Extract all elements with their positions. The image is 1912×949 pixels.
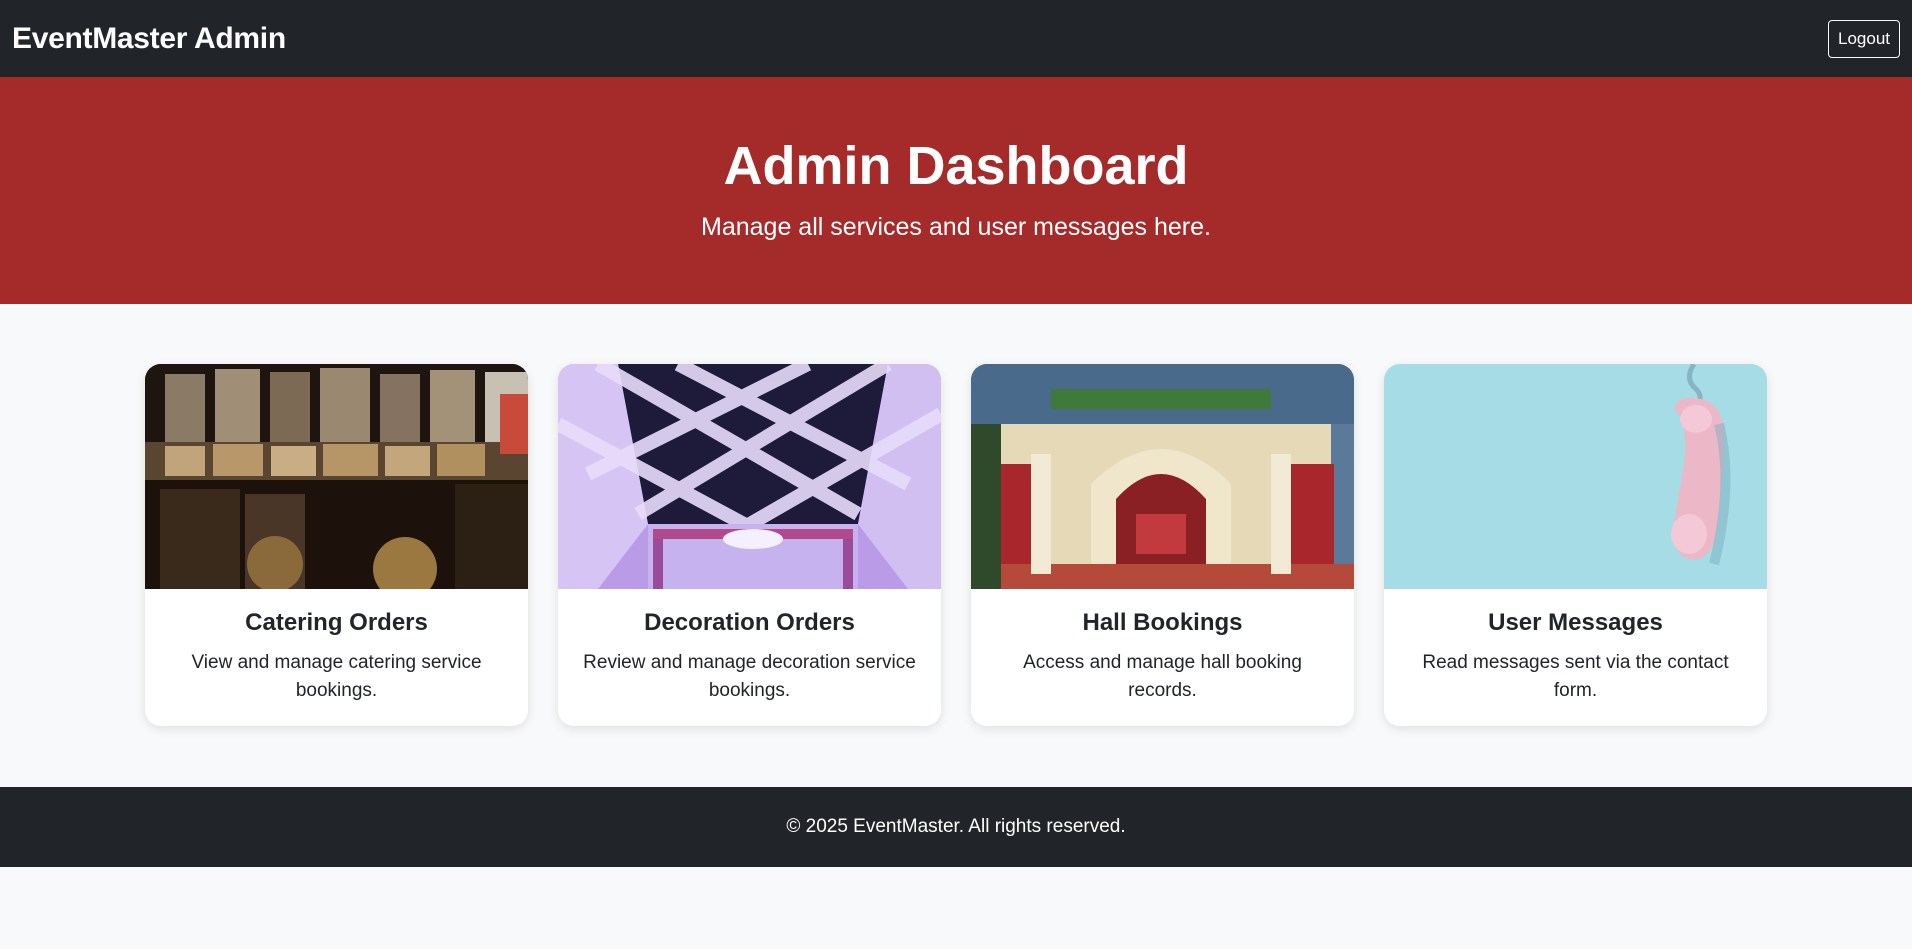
- page-subtitle: Manage all services and user messages he…: [701, 213, 1211, 241]
- brand-title[interactable]: EventMaster Admin: [12, 22, 286, 56]
- card-description: Access and manage hall booking records.: [1023, 652, 1302, 701]
- hero-banner: Admin Dashboard Manage all services and …: [0, 77, 1912, 304]
- card-catering-orders[interactable]: Catering Orders View and manage catering…: [145, 364, 528, 726]
- card-title: Decoration Orders: [644, 609, 855, 636]
- card-description: Review and manage decoration service boo…: [583, 652, 916, 701]
- card-decoration-orders[interactable]: Decoration Orders Review and manage deco…: [558, 364, 941, 726]
- decoration-image: [558, 364, 941, 589]
- page-title: Admin Dashboard: [723, 136, 1189, 196]
- catering-image: [145, 364, 528, 589]
- card-hall-bookings[interactable]: Hall Bookings Access and manage hall boo…: [971, 364, 1354, 726]
- dashboard-cards: Catering Orders View and manage catering…: [0, 304, 1912, 787]
- card-title: Catering Orders: [245, 609, 428, 636]
- telephone-image: [1384, 364, 1767, 589]
- page-footer: © 2025 EventMaster. All rights reserved.: [0, 787, 1912, 867]
- card-title: User Messages: [1488, 609, 1663, 636]
- card-user-messages[interactable]: User Messages Read messages sent via the…: [1384, 364, 1767, 726]
- copyright-text: © 2025 EventMaster. All rights reserved.: [786, 816, 1126, 837]
- card-description: View and manage catering service booking…: [191, 652, 482, 701]
- card-description: Read messages sent via the contact form.: [1422, 652, 1729, 701]
- card-title: Hall Bookings: [1082, 609, 1243, 636]
- top-navbar: EventMaster Admin Logout: [0, 0, 1912, 77]
- hall-image: [971, 364, 1354, 589]
- logout-button[interactable]: Logout: [1828, 19, 1900, 58]
